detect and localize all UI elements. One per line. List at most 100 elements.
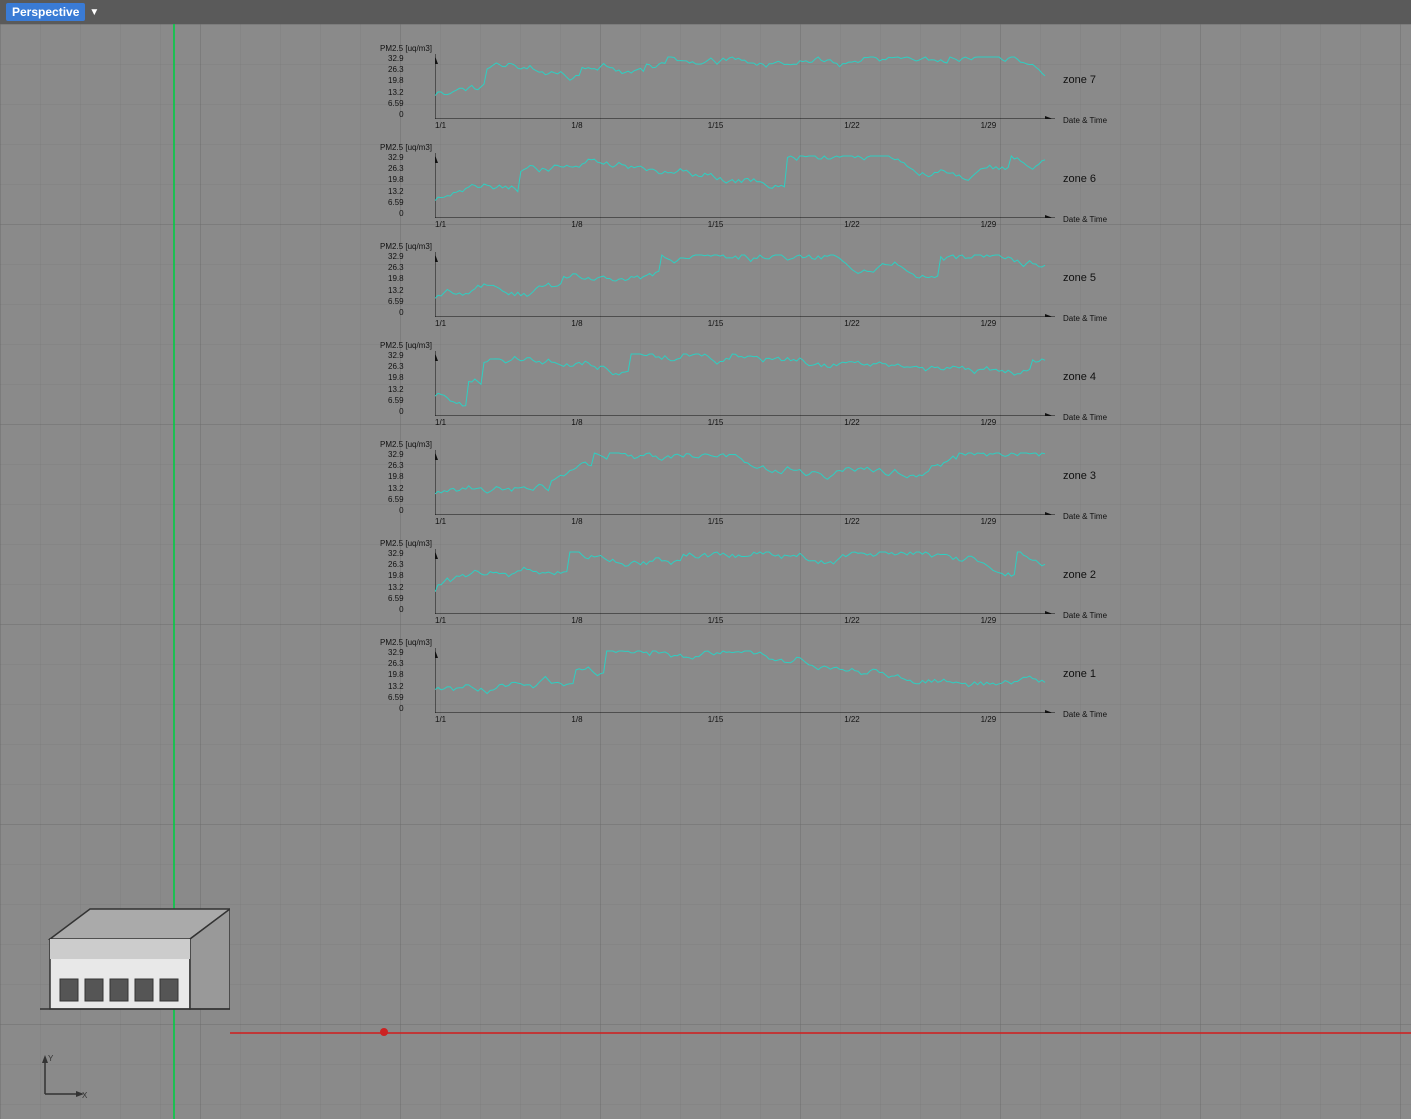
y-label: 19.8 (388, 670, 404, 679)
zone-label-0: zone 7 (1063, 74, 1096, 86)
y-title-2: PM2.5 [uq/m3] (380, 242, 432, 251)
x-label: 1/1 (435, 319, 446, 328)
x-title-6: Date & Time (1063, 710, 1107, 719)
x-label: 1/1 (435, 418, 446, 427)
red-dot (380, 1028, 388, 1036)
x-label: 1/15 (708, 121, 724, 130)
y-label: 13.2 (388, 286, 404, 295)
y-labels-3: 32.926.319.813.26.590 (388, 351, 404, 416)
x-title-5: Date & Time (1063, 611, 1107, 620)
x-label: 1/22 (844, 319, 860, 328)
dropdown-icon[interactable]: ▼ (89, 7, 99, 18)
x-label: 1/22 (844, 220, 860, 229)
x-label: 1/15 (708, 418, 724, 427)
y-label: 0 (399, 605, 403, 614)
y-title-1: PM2.5 [uq/m3] (380, 143, 432, 152)
y-label: 32.9 (388, 252, 404, 261)
y-label: 26.3 (388, 65, 404, 74)
y-label: 19.8 (388, 274, 404, 283)
y-label: 6.59 (388, 297, 404, 306)
chart-row-2: PM2.5 [uq/m3]32.926.319.813.26.5901/11/8… (380, 242, 1160, 327)
zone-label-1: zone 6 (1063, 173, 1096, 185)
y-label: 26.3 (388, 263, 404, 272)
y-label: 19.8 (388, 472, 404, 481)
perspective-label[interactable]: Perspective (6, 3, 85, 21)
x-label: 1/29 (981, 517, 997, 526)
chart-row-1: PM2.5 [uq/m3]32.926.319.813.26.5901/11/8… (380, 143, 1160, 228)
chart-svg-6 (435, 648, 1055, 713)
y-label: 6.59 (388, 198, 404, 207)
zone-label-3: zone 4 (1063, 371, 1096, 383)
y-label: 13.2 (388, 187, 404, 196)
x-title-4: Date & Time (1063, 512, 1107, 521)
svg-text:X: X (82, 1091, 88, 1100)
top-bar: Perspective ▼ (0, 0, 1411, 24)
y-label: 26.3 (388, 164, 404, 173)
y-label: 32.9 (388, 450, 404, 459)
x-label: 1/15 (708, 715, 724, 724)
x-label: 1/29 (981, 220, 997, 229)
x-title-2: Date & Time (1063, 314, 1107, 323)
y-title-4: PM2.5 [uq/m3] (380, 440, 432, 449)
y-label: 13.2 (388, 385, 404, 394)
y-labels-2: 32.9 26.3 19.8 13.2 6.59 0 (388, 252, 404, 317)
y-label: 13.2 (388, 682, 404, 691)
red-horizontal-line (230, 1032, 1411, 1034)
x-label: 1/15 (708, 616, 724, 625)
x-label: 1/22 (844, 418, 860, 427)
chart-row-6: PM2.5 [uq/m3]32.926.319.813.26.5901/11/8… (380, 638, 1160, 723)
x-title-3: Date & Time (1063, 413, 1107, 422)
x-label: 1/1 (435, 715, 446, 724)
x-label: 1/22 (844, 517, 860, 526)
y-labels-5: 32.926.319.813.26.590 (388, 549, 404, 614)
x-label: 1/8 (571, 517, 582, 526)
y-label: 32.9 (388, 549, 404, 558)
x-label: 1/29 (981, 616, 997, 625)
y-label: 6.59 (388, 396, 404, 405)
y-label: 0 (399, 308, 403, 317)
chart-svg-3 (435, 351, 1055, 416)
y-label: 0 (399, 704, 403, 713)
y-label: 13.2 (388, 484, 404, 493)
charts-container: PM2.5 [uq/m3]32.926.319.813.26.5901/11/8… (380, 44, 1160, 737)
x-label: 1/1 (435, 121, 446, 130)
x-label: 1/1 (435, 220, 446, 229)
y-label: 0 (399, 209, 403, 218)
y-label: 6.59 (388, 99, 404, 108)
y-labels-4: 32.9 26.3 19.8 13.2 6.59 0 (388, 450, 404, 515)
x-label: 1/1 (435, 616, 446, 625)
x-label: 1/15 (708, 319, 724, 328)
y-title-0: PM2.5 [uq/m3] (380, 44, 432, 53)
chart-svg-4 (435, 450, 1055, 515)
x-label: 1/22 (844, 121, 860, 130)
x-label: 1/8 (571, 418, 582, 427)
y-label: 0 (399, 506, 403, 515)
y-label: 6.59 (388, 495, 404, 504)
y-label: 13.2 (388, 88, 404, 97)
x-title-1: Date & Time (1063, 215, 1107, 224)
y-labels-0: 32.9 26.3 19.8 13.2 6.59 0 (388, 54, 404, 119)
chart-row-0: PM2.5 [uq/m3]32.9 26.3 19.8 13.2 6.59 0 1/1 1/8… (380, 44, 1160, 129)
y-label: 26.3 (388, 461, 404, 470)
x-label: 1/22 (844, 616, 860, 625)
y-label: 32.9 (388, 351, 404, 360)
x-label: 1/8 (571, 121, 582, 130)
y-title-5: PM2.5 [uq/m3] (380, 539, 432, 548)
y-title-3: PM2.5 [uq/m3] (380, 341, 432, 350)
y-label: 19.8 (388, 373, 404, 382)
y-label: 19.8 (388, 76, 404, 85)
y-label: 32.9 (388, 54, 404, 63)
x-label: 1/1 (435, 517, 446, 526)
chart-svg-0 (435, 54, 1055, 119)
chart-svg-2 (435, 252, 1055, 317)
x-label: 1/29 (981, 715, 997, 724)
y-label: 19.8 (388, 571, 404, 580)
y-label: 0 (399, 110, 403, 119)
chart-row-3: PM2.5 [uq/m3]32.926.319.813.26.5901/11/8… (380, 341, 1160, 426)
y-label: 0 (399, 407, 403, 416)
chart-row-5: PM2.5 [uq/m3]32.926.319.813.26.5901/11/8… (380, 539, 1160, 624)
chart-row-4: PM2.5 [uq/m3]32.9 26.3 19.8 13.2 6.59 0 1/1 1/8… (380, 440, 1160, 525)
zone-label-2: zone 5 (1063, 272, 1096, 284)
y-label: 26.3 (388, 560, 404, 569)
y-label: 6.59 (388, 693, 404, 702)
